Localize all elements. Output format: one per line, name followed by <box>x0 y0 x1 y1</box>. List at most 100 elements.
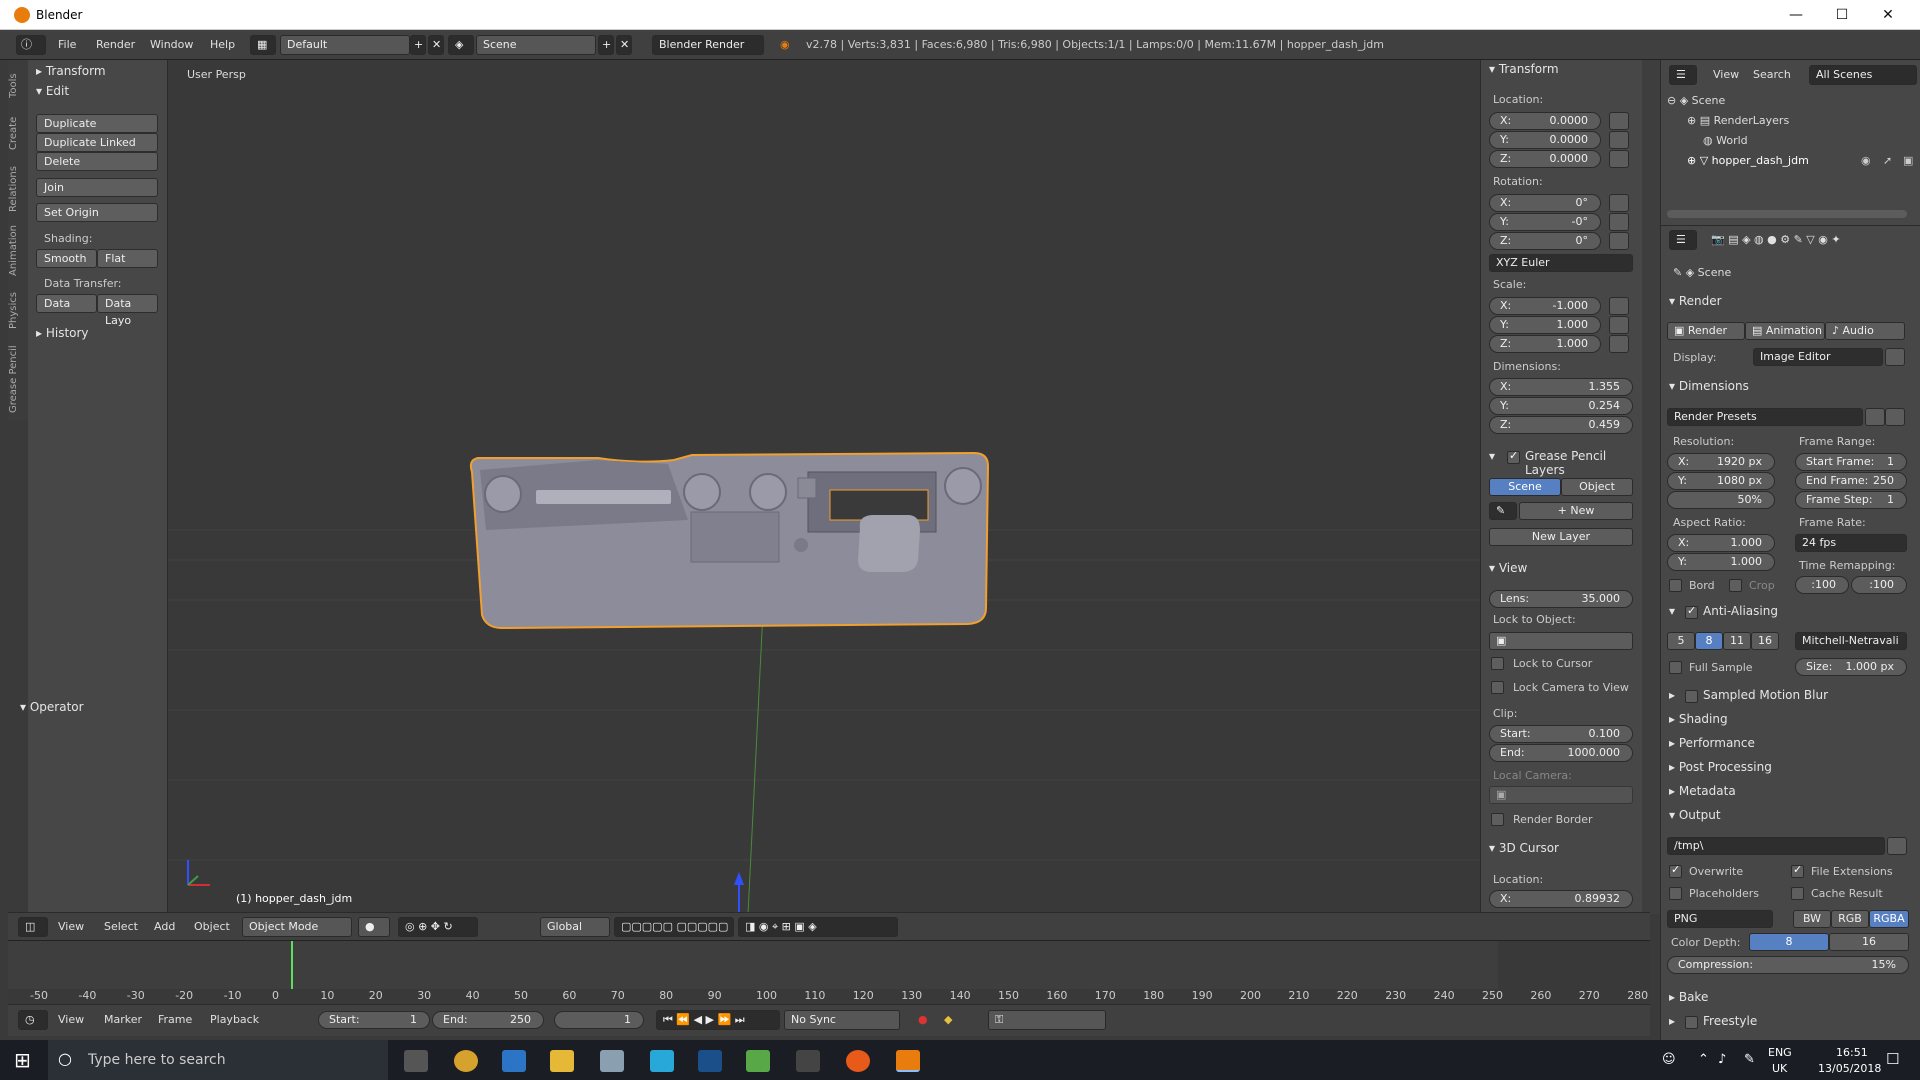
render-engine-selector[interactable]: Blender Render <box>652 35 764 55</box>
aa-8-button[interactable]: 8 <box>1695 632 1723 650</box>
n-transform-header[interactable]: ▾ Transform <box>1489 62 1559 76</box>
aa-5-button[interactable]: 5 <box>1667 632 1695 650</box>
blender-taskbar-icon[interactable] <box>896 1050 920 1072</box>
performance-panel-header[interactable]: ▸ Performance <box>1669 736 1755 750</box>
depth-16-button[interactable]: 16 <box>1829 933 1909 951</box>
rot-x-lock-icon[interactable] <box>1609 194 1629 212</box>
file-extensions-checkbox[interactable] <box>1791 863 1804 878</box>
aa-checkbox[interactable] <box>1685 604 1698 619</box>
outliner-editor-icon[interactable]: ☰ <box>1669 65 1697 85</box>
maximize-button[interactable]: ☐ <box>1822 3 1862 27</box>
smooth-button[interactable]: Smooth <box>36 249 97 268</box>
border-checkbox[interactable] <box>1669 579 1682 592</box>
input-language[interactable]: ENG <box>1768 1046 1792 1059</box>
people-icon[interactable]: ☺ <box>1662 1052 1676 1067</box>
loc-z-lock-icon[interactable] <box>1609 150 1629 168</box>
panel-history[interactable]: ▸ History <box>36 326 89 340</box>
freestyle-checkbox[interactable] <box>1685 1016 1698 1029</box>
loc-x-lock-icon[interactable] <box>1609 112 1629 130</box>
dim-z-field[interactable]: Z: 0.459 <box>1489 416 1633 434</box>
clock-time[interactable]: 16:51 <box>1836 1046 1868 1059</box>
overwrite-checkbox[interactable] <box>1669 863 1682 878</box>
frame-rate-dropdown[interactable]: 24 fps <box>1795 534 1907 552</box>
panel-operator[interactable]: ▾ Operator <box>20 700 84 714</box>
3d-viewport[interactable]: User Persp (1) hopper_dash_jdm <box>168 60 1480 914</box>
rgb-button[interactable]: RGB <box>1831 910 1869 928</box>
output-panel-header[interactable]: ▾ Output <box>1669 808 1721 822</box>
outliner-renderlayers-row[interactable]: ⊕ ▤ RenderLayers <box>1687 114 1789 127</box>
start-frame-field[interactable]: Start Frame: 1 <box>1795 453 1907 471</box>
gp-pencil-icon[interactable]: ✎ <box>1489 502 1517 520</box>
keyframe-icon[interactable]: ◆ <box>944 1010 952 1030</box>
aa-panel-header[interactable]: ▾ <box>1669 604 1675 618</box>
file-format-dropdown[interactable]: PNG <box>1667 910 1773 928</box>
cursor-x-field[interactable]: X: 0.89932 <box>1489 890 1633 908</box>
store-icon[interactable] <box>600 1050 624 1072</box>
view3d-add-menu[interactable]: Add <box>154 917 175 937</box>
mode-dropdown[interactable]: Object Mode <box>242 917 352 937</box>
remove-layout-icon[interactable]: ✕ <box>428 35 444 55</box>
shading-panel-header[interactable]: ▸ Shading <box>1669 712 1728 726</box>
outliner-scene-row[interactable]: ⊖ ◈ Scene <box>1667 94 1725 107</box>
layer-buttons[interactable]: ▢▢▢▢▢ ▢▢▢▢▢ <box>614 917 734 937</box>
layout-icon[interactable]: ▦ <box>250 35 276 55</box>
context-icons[interactable]: 📷 ▤ ◈ ◍ ● ⚙ ✎ ▽ ◉ ✦ <box>1711 230 1841 250</box>
notification-icon[interactable]: ☐ <box>1886 1050 1899 1068</box>
render-border-checkbox[interactable] <box>1491 813 1504 826</box>
panel-edit[interactable]: ▾ Edit <box>36 84 69 98</box>
remap-new-field[interactable]: :100 <box>1851 576 1907 594</box>
gp-scene-button[interactable]: Scene <box>1489 478 1561 496</box>
steam-icon[interactable] <box>698 1050 722 1072</box>
playback-controls[interactable]: ⏮ ⏪ ◀ ▶ ⏩ ⏭ <box>656 1010 780 1030</box>
cursor-icon[interactable]: ➚ <box>1883 154 1892 167</box>
duplicate-linked-button[interactable]: Duplicate Linked <box>36 133 158 152</box>
view3d-select-menu[interactable]: Select <box>104 917 138 937</box>
bw-button[interactable]: BW <box>1793 910 1831 928</box>
taskbar-search[interactable]: ○ Type here to search <box>48 1040 388 1080</box>
dim-y-field[interactable]: Y: 0.254 <box>1489 397 1633 415</box>
loc-x-field[interactable]: X: 0.0000 <box>1489 112 1601 130</box>
menu-help[interactable]: Help <box>210 35 235 55</box>
pivot-and-widget-icons[interactable]: ◎ ⊕ ✥ ↻ <box>398 917 478 937</box>
outliner-view-menu[interactable]: View <box>1713 65 1739 85</box>
editor-type-icon[interactable]: ⓘ <box>16 35 46 55</box>
full-sample-checkbox[interactable] <box>1669 661 1682 674</box>
camera-icon[interactable]: ▣ <box>1903 154 1913 167</box>
end-field[interactable]: End: 250 <box>432 1011 544 1029</box>
viewport-shading-dropdown[interactable]: ● <box>358 917 390 937</box>
remove-preset-icon[interactable] <box>1885 408 1905 426</box>
freestyle-panel-header[interactable]: ▸ <box>1669 1014 1675 1028</box>
lock-interface-icon[interactable] <box>1885 348 1905 366</box>
view-panel-header[interactable]: ▾ View <box>1489 561 1527 575</box>
panel-transform[interactable]: ▸ Transform <box>36 64 106 78</box>
scale-y-lock-icon[interactable] <box>1609 316 1629 334</box>
pen-icon[interactable]: ✎ <box>1744 1052 1755 1067</box>
add-layout-icon[interactable]: + <box>410 35 426 55</box>
view3d-editor-icon[interactable]: ◫ <box>18 917 48 937</box>
keying-set-field[interactable]: ⚿ <box>988 1010 1106 1030</box>
add-scene-icon[interactable]: + <box>598 35 614 55</box>
new-layer-button[interactable]: New Layer <box>1489 528 1633 546</box>
aa-16-button[interactable]: 16 <box>1751 632 1779 650</box>
tab-animation[interactable]: Animation <box>8 220 28 282</box>
output-path-field[interactable]: /tmp\ <box>1667 837 1885 855</box>
volume-icon[interactable]: ♪ <box>1718 1052 1726 1067</box>
eye-icon[interactable]: ◉ <box>1861 154 1871 167</box>
playhead[interactable] <box>291 941 293 989</box>
notepad-icon[interactable] <box>746 1050 770 1072</box>
game-icon[interactable] <box>796 1050 820 1072</box>
local-camera-field[interactable]: ▣ <box>1489 786 1633 804</box>
sync-dropdown[interactable]: No Sync <box>784 1010 900 1030</box>
task-view-icon[interactable] <box>404 1050 428 1072</box>
dashboard-object[interactable] <box>469 451 990 630</box>
view3d-view-menu[interactable]: View <box>58 917 84 937</box>
lock-camera-checkbox[interactable] <box>1491 681 1504 694</box>
scale-x-field[interactable]: X: -1.000 <box>1489 297 1601 315</box>
rot-y-field[interactable]: Y: -0° <box>1489 213 1601 231</box>
scale-z-field[interactable]: Z: 1.000 <box>1489 335 1601 353</box>
res-x-field[interactable]: X: 1920 px <box>1667 453 1775 471</box>
menu-file[interactable]: File <box>58 35 76 55</box>
cache-result-checkbox[interactable] <box>1791 887 1804 900</box>
scene-selector[interactable]: Scene <box>476 35 596 55</box>
gp-new-button[interactable]: + New <box>1519 502 1633 520</box>
